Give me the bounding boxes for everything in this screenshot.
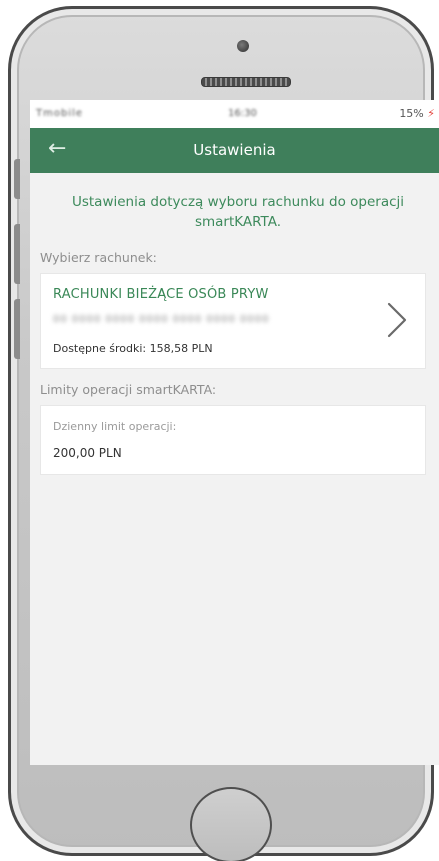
daily-limit-label: Dzienny limit operacji: <box>53 420 177 433</box>
limits-label: Limity operacji smartKARTA: <box>40 382 217 397</box>
battery-indicator: 15% ⚡ <box>399 107 435 120</box>
choose-account-label: Wybierz rachunek: <box>40 250 157 265</box>
page-title: Ustawienia <box>193 141 276 159</box>
earpiece-speaker <box>201 77 291 87</box>
volume-down-button <box>14 299 20 359</box>
mute-switch <box>14 159 20 199</box>
page: Tmobile 16:30 15% ⚡ ← Ustawienia Ustawie… <box>0 0 439 861</box>
account-card[interactable]: RACHUNKI BIEŻĄCE OSÓB PRYW 00 0000 0000 … <box>41 274 425 368</box>
daily-limit-value: 200,00 PLN <box>53 446 122 460</box>
account-number: 00 0000 0000 0000 0000 0000 0000 <box>53 314 270 325</box>
chevron-right-icon[interactable] <box>383 300 411 340</box>
account-name: RACHUNKI BIEŻĄCE OSÓB PRYW <box>53 287 269 302</box>
status-bar: Tmobile 16:30 15% ⚡ <box>30 100 439 128</box>
volume-up-button <box>14 224 20 284</box>
app-bar: ← Ustawienia <box>30 128 439 173</box>
daily-limit-card[interactable]: Dzienny limit operacji: 200,00 PLN <box>41 406 425 474</box>
charging-icon: ⚡ <box>427 107 435 120</box>
carrier-label: Tmobile <box>36 108 84 119</box>
front-camera <box>237 40 249 52</box>
battery-percent: 15% <box>399 107 424 120</box>
available-balance: Dostępne środki: 158,58 PLN <box>53 342 213 355</box>
home-button[interactable] <box>190 787 272 861</box>
status-time: 16:30 <box>228 108 257 119</box>
app-screen: Tmobile 16:30 15% ⚡ ← Ustawienia Ustawie… <box>30 100 439 765</box>
settings-info-text: Ustawienia dotyczą wyboru rachunku do op… <box>71 194 405 230</box>
